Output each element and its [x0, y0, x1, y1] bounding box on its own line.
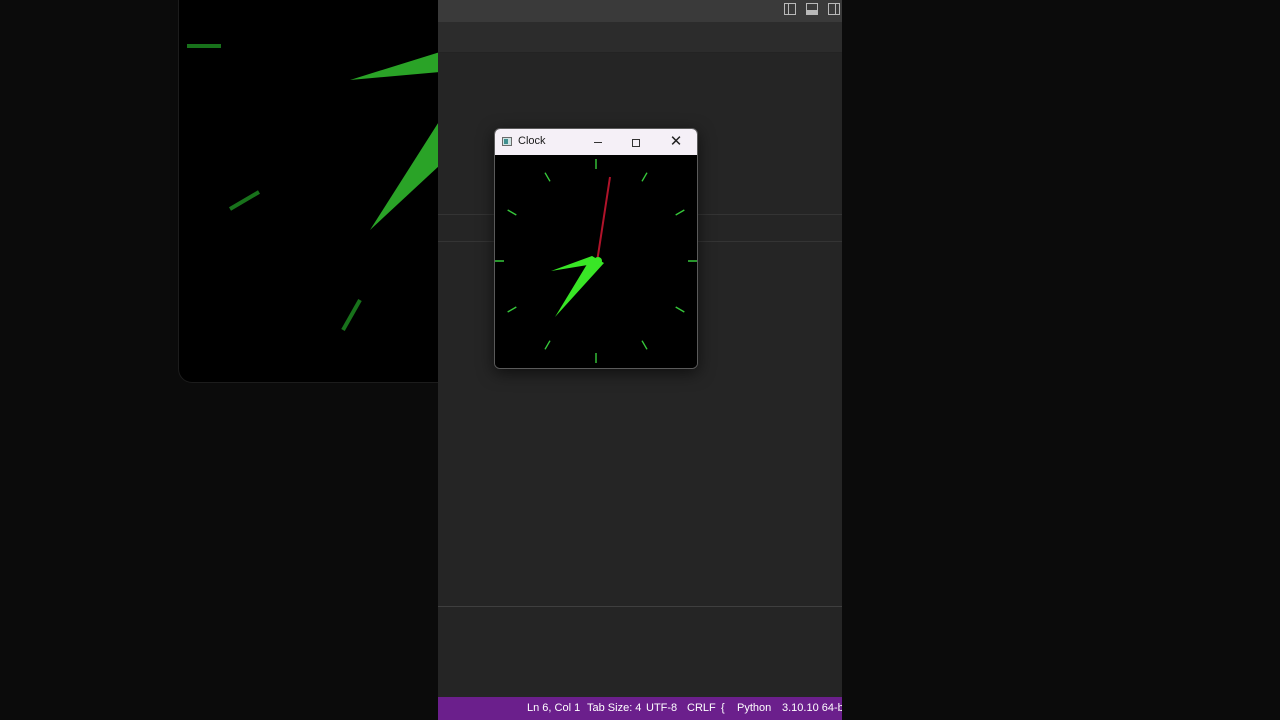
panel-divider: [438, 606, 842, 607]
bg-tick: [228, 190, 261, 211]
encoding[interactable]: UTF-8: [646, 702, 677, 714]
bg-tick: [341, 299, 362, 331]
clock-window: Clock ✕: [494, 128, 698, 369]
tab-size[interactable]: Tab Size: 4: [587, 702, 641, 714]
python-interpreter[interactable]: 3.10.10 64-bit: [782, 702, 842, 714]
hour-tick: [507, 209, 517, 216]
window-title: Clock: [518, 135, 546, 147]
editor-tab-bar: [438, 22, 842, 53]
hour-tick: [675, 306, 685, 313]
maximize-icon: [632, 138, 640, 147]
background-clock-zoom: [187, 44, 440, 331]
minimize-icon: [594, 142, 602, 144]
hour-tick: [641, 340, 648, 350]
toggle-panel-icon[interactable]: [806, 3, 818, 15]
braces-icon: {: [721, 702, 725, 714]
second-hand: [596, 176, 611, 263]
analog-clock: [495, 159, 697, 363]
window-title-bar[interactable]: Clock ✕: [495, 129, 697, 155]
line-ending[interactable]: CRLF: [687, 702, 716, 714]
minimize-button[interactable]: [579, 129, 617, 155]
bg-hour-hand: [350, 52, 440, 80]
hour-tick: [675, 209, 685, 216]
status-bar: Ln 6, Col 1 Tab Size: 4 UTF-8 CRLF { Pyt…: [438, 697, 842, 720]
maximize-button[interactable]: [617, 129, 655, 155]
hour-tick: [544, 340, 551, 350]
language-mode[interactable]: Python: [737, 702, 771, 714]
close-icon: ✕: [669, 133, 683, 150]
bg-minute-hand: [370, 120, 440, 230]
close-button[interactable]: ✕: [657, 129, 695, 155]
hour-tick: [544, 172, 551, 182]
toggle-secondary-sidebar-icon[interactable]: [828, 3, 840, 15]
cursor-position[interactable]: Ln 6, Col 1: [527, 702, 580, 714]
editor-title-bar: [438, 0, 842, 22]
clock-canvas: [495, 155, 697, 368]
app-icon: [502, 137, 512, 146]
hand-hub: [594, 257, 602, 265]
hour-tick: [507, 306, 517, 313]
hour-tick: [641, 172, 648, 182]
toggle-primary-sidebar-icon[interactable]: [784, 3, 796, 15]
